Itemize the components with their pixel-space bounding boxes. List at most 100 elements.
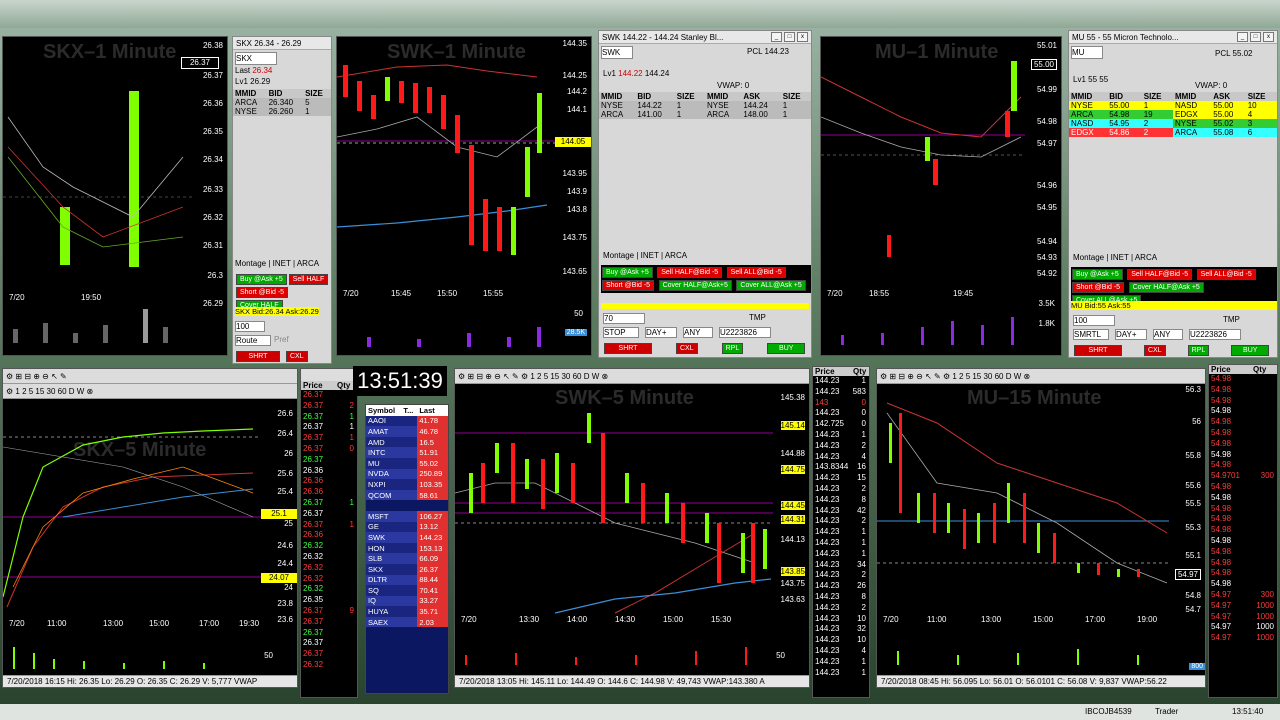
mu-level2-window[interactable]: MU 55 - 55 Micron Technolo... _ □ x MU PCL … <box>1068 30 1278 358</box>
close-button[interactable]: x <box>797 32 808 42</box>
buy-ask-button[interactable]: Buy @Ask +5 <box>236 274 287 285</box>
symbol-cell[interactable]: MU <box>366 458 401 469</box>
swk-level2-window[interactable]: SWK 144.22 - 144.24 Stanley Bl... _ □ x SWK… <box>598 30 812 358</box>
sell-all-button[interactable]: Sell ALL@Bid -5 <box>726 267 786 278</box>
tab-inet[interactable]: INET <box>1111 253 1129 262</box>
cancel-button[interactable]: CXL <box>1144 345 1166 356</box>
chart-toolbar[interactable]: ⚙ ⊞ ⊟ ⊕ ⊖ ↖ ✎ ⚙ 1 2 5 15 30 60 D W ⊗ <box>455 369 809 384</box>
symbol-input[interactable]: SKX <box>235 52 277 65</box>
watchlist-row[interactable]: INTC 51.91 <box>366 447 448 458</box>
shares-input[interactable]: 100 <box>235 321 265 332</box>
replace-button[interactable]: RPL <box>1187 345 1210 356</box>
sell-all-button[interactable]: Sell ALL@Bid -5 <box>1196 269 1256 280</box>
watchlist-row[interactable]: HON 153.13 <box>366 542 448 554</box>
tab-inet[interactable]: INET <box>641 251 659 260</box>
toolbar-icons[interactable]: ⚙ ⊞ ⊟ ⊕ ⊖ ↖ ✎ <box>6 372 67 381</box>
symbol-cell[interactable]: NVDA <box>366 469 401 480</box>
buy-ask-button[interactable]: Buy @Ask +5 <box>1072 269 1123 280</box>
symbol-cell[interactable]: INTC <box>366 447 401 458</box>
minimize-button[interactable]: _ <box>1237 32 1248 42</box>
cover-half-button[interactable]: Cover HALF@Ask+5 <box>658 280 732 291</box>
watchlist-row[interactable]: AMD 16.5 <box>366 436 448 448</box>
toolbar-icons[interactable]: ⚙ ⊞ ⊟ ⊕ ⊖ ↖ ✎ ⚙ 1 2 5 15 30 60 D W ⊗ <box>880 372 1030 381</box>
destination-select[interactable]: ANY <box>683 327 713 338</box>
symbol-cell[interactable] <box>366 500 401 511</box>
cancel-button[interactable]: CXL <box>286 351 308 362</box>
short-bid-button[interactable]: Short @Bid -5 <box>602 280 655 291</box>
symbol-cell[interactable]: SWK <box>366 532 401 543</box>
shares-input[interactable]: 100 <box>1073 315 1115 326</box>
symbol-input[interactable]: MU <box>1071 46 1103 59</box>
short-bid-button[interactable]: Short @Bid -5 <box>236 287 289 298</box>
symbol-cell[interactable]: SAEX <box>366 617 401 628</box>
route-select[interactable]: ANY <box>1153 329 1183 340</box>
watchlist-row[interactable]: SWK 144.23 <box>366 532 448 543</box>
symbol-cell[interactable]: HON <box>366 543 401 554</box>
cancel-button[interactable]: CXL <box>676 343 698 354</box>
symbol-cell[interactable]: SKX <box>366 564 401 575</box>
replace-button[interactable]: RPL <box>721 343 744 354</box>
shares-input[interactable]: 70 <box>603 313 645 324</box>
tif-select[interactable]: DAY+ <box>645 327 677 338</box>
watchlist-row[interactable]: NXPI 103.35 <box>366 479 448 490</box>
short-bid-button[interactable]: Short @Bid -5 <box>1072 282 1125 293</box>
mu-time-sales[interactable]: Price Qty 54.98 54.98 54.98 54.98 54.98 54.98 5… <box>1208 364 1278 698</box>
swk-time-sales[interactable]: Price Qty 144.23 1 144.23 583 143 0 144.23 0 142.… <box>812 366 870 698</box>
tab-arca[interactable]: ARCA <box>297 259 319 268</box>
order-type-select[interactable]: STOP <box>603 327 639 338</box>
tmp-button[interactable]: TMP <box>749 313 766 324</box>
short-button[interactable]: SHRT <box>236 351 280 362</box>
watchlist[interactable]: Symbol T... Last AAOI 41.78 AMAT 46.78 AMD 16.5… <box>365 404 449 694</box>
tab-arca[interactable]: ARCA <box>665 251 687 260</box>
interval-buttons[interactable]: ⚙ 1 2 5 15 30 60 D W ⊗ <box>6 387 93 396</box>
cover-half-button[interactable]: Cover HALF@Ask +5 <box>1128 282 1204 293</box>
buy-button[interactable]: BUY <box>767 343 806 354</box>
minimize-button[interactable]: _ <box>771 32 782 42</box>
tab-montage[interactable]: Montage <box>1073 253 1104 262</box>
symbol-cell[interactable]: AMD <box>366 437 401 448</box>
symbol-cell[interactable]: IQ <box>366 596 401 607</box>
watchlist-row[interactable]: HUYA 35.71 <box>366 606 448 617</box>
watchlist-row[interactable]: AMAT 46.78 <box>366 426 448 437</box>
pref-field[interactable]: Pref <box>274 335 289 346</box>
window-titlebar[interactable]: MU 55 - 55 Micron Technolo... _ □ x <box>1069 31 1277 44</box>
chart-toolbar[interactable]: ⚙ ⊞ ⊟ ⊕ ⊖ ↖ ✎ ⚙ 1 2 5 15 30 60 D W ⊗ <box>877 369 1205 384</box>
maximize-button[interactable]: □ <box>1250 32 1261 42</box>
tif-select[interactable]: DAY+ <box>1115 329 1147 340</box>
watchlist-row[interactable]: SAEX 2.03 <box>366 616 448 628</box>
symbol-cell[interactable]: QCOM <box>366 490 401 501</box>
close-button[interactable]: x <box>1263 32 1274 42</box>
watchlist-row[interactable]: SLB 66.09 <box>366 553 448 564</box>
short-button[interactable]: SHRT <box>1074 345 1122 356</box>
swk-5min-chart[interactable]: ⚙ ⊞ ⊟ ⊕ ⊖ ↖ ✎ ⚙ 1 2 5 15 30 60 D W ⊗ SWK… <box>454 368 810 688</box>
skx-1min-chart[interactable]: SKX–1 Minute 26.38 26.37 26.36 26.35 26.… <box>2 36 228 356</box>
toolbar-icons[interactable]: ⚙ ⊞ ⊟ ⊕ ⊖ ↖ ✎ ⚙ 1 2 5 15 30 60 D W ⊗ <box>458 372 608 381</box>
watchlist-row[interactable]: MU 55.02 <box>366 457 448 469</box>
tab-montage[interactable]: Montage <box>603 251 634 260</box>
symbol-cell[interactable]: SLB <box>366 553 401 564</box>
symbol-cell[interactable]: DLTR <box>366 575 401 586</box>
skx-level2-window[interactable]: SKX 26.34 - 26.29 SKX Last 26.34 Lv1 26.… <box>232 36 332 364</box>
sell-half-button[interactable]: Sell HALF <box>288 274 329 285</box>
buy-ask-button[interactable]: Buy @Ask +5 <box>602 267 653 278</box>
watchlist-row[interactable]: GE 13.12 <box>366 521 448 533</box>
watchlist-row[interactable]: SKX 26.37 <box>366 563 448 575</box>
watchlist-row[interactable]: MSFT 106.27 <box>366 510 448 522</box>
mu-15min-chart[interactable]: ⚙ ⊞ ⊟ ⊕ ⊖ ↖ ✎ ⚙ 1 2 5 15 30 60 D W ⊗ MU–… <box>876 368 1206 688</box>
buy-button[interactable]: BUY <box>1231 345 1270 356</box>
route-select[interactable]: Route <box>235 335 271 346</box>
mu-1min-chart[interactable]: MU–1 Minute 55.01 55.00 54.99 54.98 54.9… <box>820 36 1062 356</box>
symbol-cell[interactable]: GE <box>366 522 401 533</box>
maximize-button[interactable]: □ <box>784 32 795 42</box>
symbol-cell[interactable]: HUYA <box>366 606 401 617</box>
cover-all-button[interactable]: Cover ALL@Ask +5 <box>736 280 806 291</box>
watchlist-row[interactable]: AAOI 41.78 <box>366 415 448 427</box>
tab-arca[interactable]: ARCA <box>1135 253 1157 262</box>
window-titlebar[interactable]: SKX 26.34 - 26.29 <box>233 37 331 50</box>
sell-half-button[interactable]: Sell HALF@Bid -5 <box>1127 269 1193 280</box>
symbol-cell[interactable]: AAOI <box>366 416 401 427</box>
tab-montage[interactable]: Montage <box>235 259 266 268</box>
watchlist-row[interactable] <box>366 500 448 511</box>
watchlist-row[interactable]: NVDA 250.89 <box>366 468 448 480</box>
watchlist-row[interactable]: QCOM 58.61 <box>366 489 448 501</box>
